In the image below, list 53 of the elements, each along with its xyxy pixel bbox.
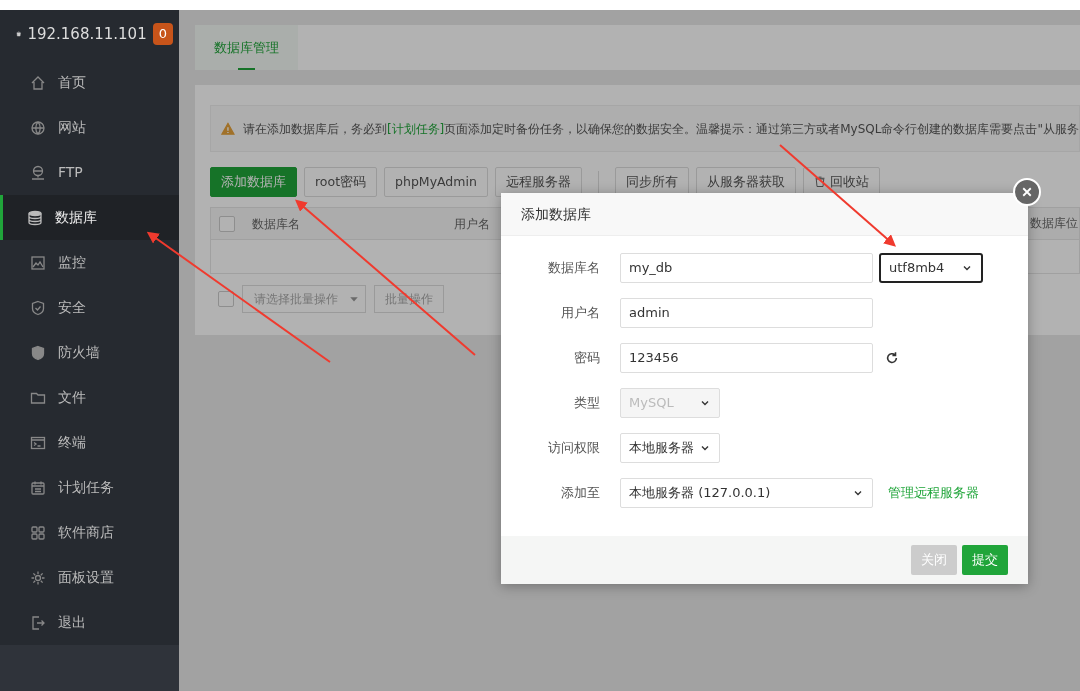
notification-count: 0 — [152, 23, 173, 45]
shield-icon — [30, 344, 46, 361]
sidebar-item[interactable]: 数据库 — [0, 195, 179, 240]
calendar-icon — [30, 479, 46, 496]
column-header: 用户名 — [454, 215, 490, 233]
sidebar-item[interactable]: 防火墙 — [0, 330, 179, 375]
sidebar-item[interactable]: 安全 — [0, 285, 179, 330]
sidebar-item[interactable]: 软件商店 — [0, 510, 179, 555]
sidebar-item[interactable]: 计划任务 — [0, 465, 179, 510]
warning-icon — [221, 120, 235, 137]
field-label: 访问权限 — [547, 438, 600, 457]
dialog-title: 添加数据库 — [501, 193, 1028, 236]
column-header: 数据库位 — [1030, 214, 1078, 232]
sidebar-item[interactable]: 终端 — [0, 420, 179, 465]
close-icon — [1021, 186, 1033, 198]
charset-select[interactable]: utf8mb4 — [879, 253, 983, 283]
sidebar-item[interactable]: 面板设置 — [0, 555, 179, 600]
field-label: 数据库名 — [547, 258, 600, 277]
input-field[interactable]: admin — [620, 298, 873, 328]
checkbox[interactable] — [219, 215, 235, 232]
database-icon — [27, 209, 43, 226]
host-address: 192.168.11.101 — [27, 23, 147, 45]
sidebar-item[interactable]: FTP — [0, 150, 179, 195]
globe-icon — [30, 119, 46, 136]
exit-icon — [30, 614, 46, 631]
sidebar-item[interactable]: 监控 — [0, 240, 179, 285]
caret-icon — [349, 294, 359, 304]
field-label: 用户名 — [560, 303, 600, 322]
sidebar-item[interactable]: 网站 — [0, 105, 179, 150]
sidebar-item[interactable]: 退出 — [0, 600, 179, 645]
input-field[interactable]: 123456 — [620, 343, 873, 373]
settings-icon — [30, 569, 46, 586]
select-field[interactable]: 本地服务器 — [620, 433, 720, 463]
field-label: 类型 — [573, 393, 600, 412]
sidebar-item[interactable]: 首页 — [0, 60, 179, 105]
network-globe-icon — [30, 164, 46, 181]
trash-icon — [813, 176, 826, 188]
toolbar-button[interactable]: root密码 — [304, 167, 378, 197]
checkbox[interactable] — [218, 291, 234, 307]
refresh-icon[interactable] — [885, 351, 899, 365]
select-field[interactable]: 本地服务器 (127.0.0.1) — [620, 478, 873, 508]
field-label: 密码 — [573, 348, 600, 367]
notice-text: 请在添加数据库后，务必到[计划任务]页面添加定时备份任务，以确保您的数据安全。温馨提示：通过第三方或者MySQL命令行创建的数据库需要点击"从服务 — [242, 120, 1079, 138]
sidebar-item[interactable]: 文件 — [0, 375, 179, 420]
terminal-icon — [30, 434, 46, 451]
input-field[interactable]: my_db — [620, 253, 873, 283]
apps-grid-icon — [30, 524, 46, 541]
house-icon — [30, 74, 46, 91]
toolbar-button[interactable]: phpMyAdmin — [384, 167, 488, 197]
shield-check-icon — [30, 299, 46, 316]
column-header: 数据库名 — [252, 215, 300, 233]
chart-window-icon — [30, 254, 46, 271]
field-label: 添加至 — [560, 483, 600, 502]
